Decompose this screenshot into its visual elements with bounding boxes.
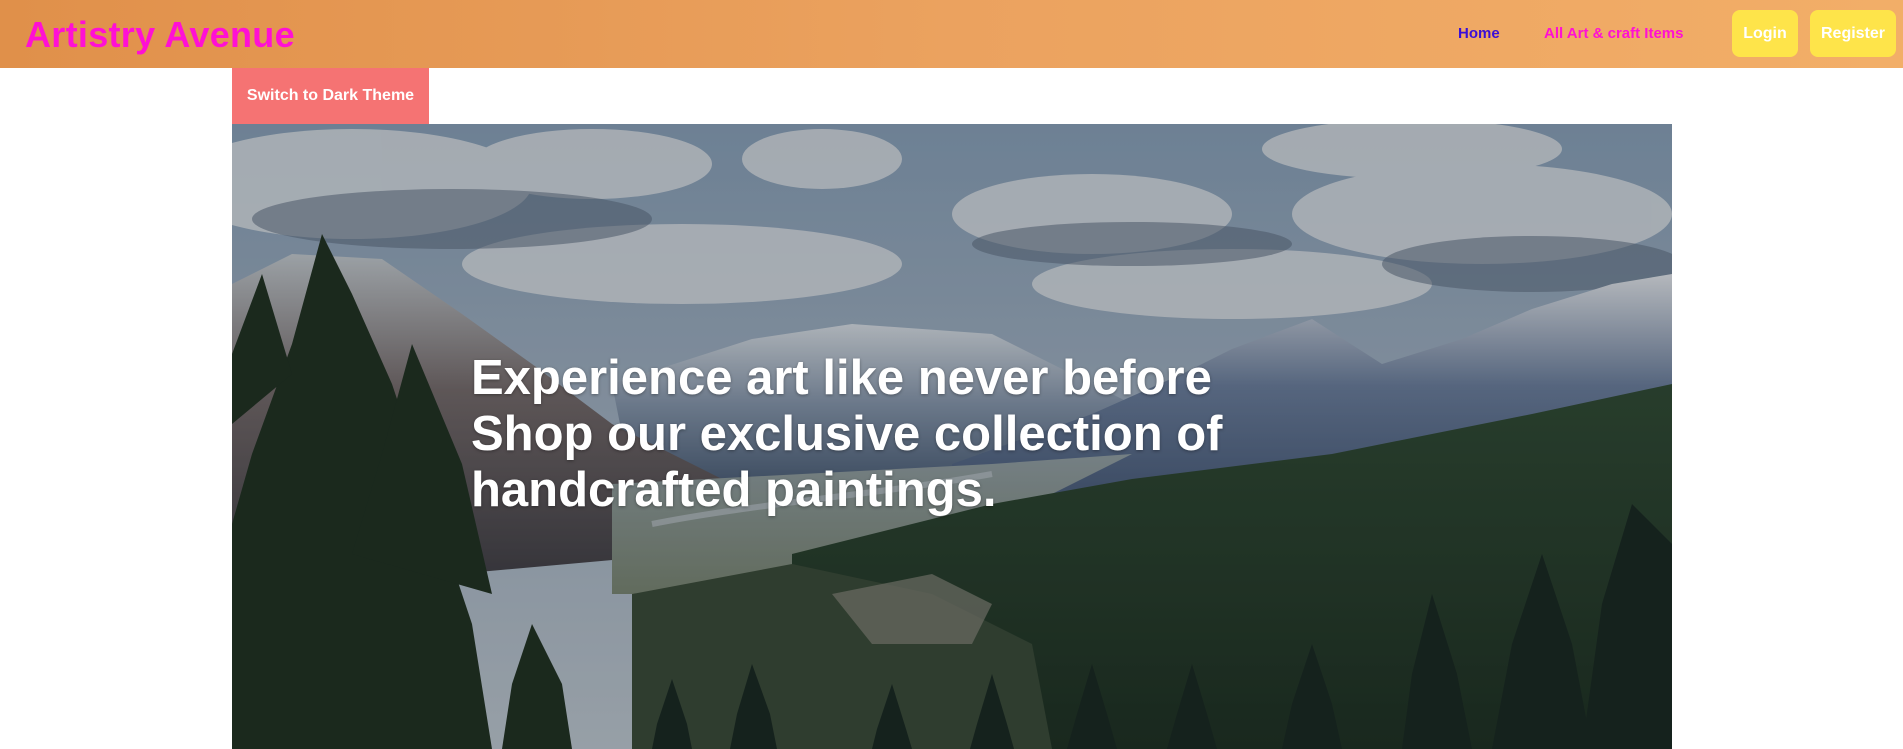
nav-link-all-art-craft-items[interactable]: All Art & craft Items — [1544, 24, 1683, 44]
hero-headline: Experience art like never before Shop ou… — [471, 351, 1223, 517]
site-logo-title[interactable]: Artistry Avenue — [25, 13, 295, 57]
top-navbar: Artistry Avenue Home All Art & craft Ite… — [0, 0, 1903, 68]
nav-link-home[interactable]: Home — [1458, 24, 1500, 44]
register-button[interactable]: Register — [1810, 10, 1896, 57]
login-button[interactable]: Login — [1732, 10, 1798, 57]
switch-dark-theme-button[interactable]: Switch to Dark Theme — [232, 68, 429, 124]
hero-banner: Experience art like never before Shop ou… — [232, 124, 1672, 749]
